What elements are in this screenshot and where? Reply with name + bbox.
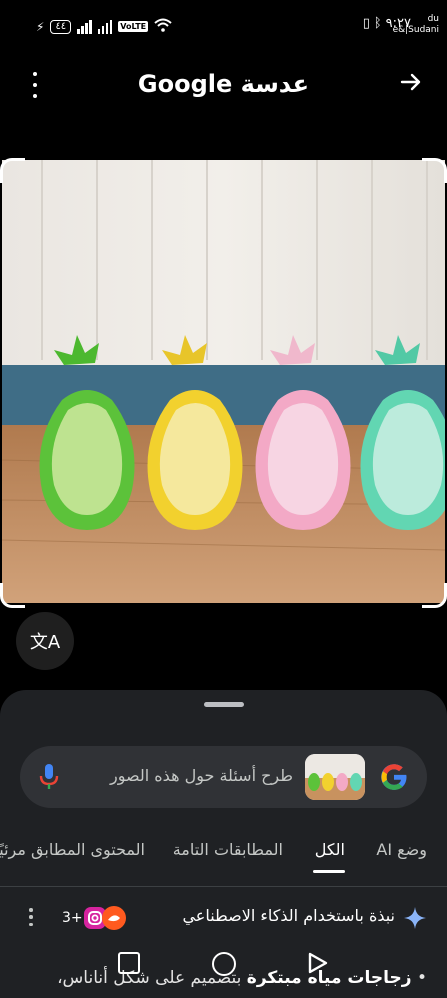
source-count: 3+: [62, 910, 83, 926]
signal-icon: [77, 19, 92, 34]
status-left: ⚡ ٤٤ VoLTE: [36, 18, 172, 35]
crop-handle-bottom-right[interactable]: [422, 583, 447, 608]
system-nav-bar: [0, 952, 447, 998]
wifi-icon: [154, 18, 172, 35]
volte-badge: VoLTE: [118, 21, 149, 32]
search-bar[interactable]: طرح أسئلة حول هذه الصور: [20, 746, 427, 808]
results-sheet: طرح أسئلة حول هذه الصور وضع AI الكل المط…: [0, 690, 447, 998]
battery-indicator: ٤٤: [50, 19, 72, 34]
sparkle-icon: [403, 906, 427, 934]
bluetooth-icon: ᛒ: [373, 16, 382, 31]
vibrate-icon: ▯: [362, 16, 370, 31]
tab-exact-matches[interactable]: المطابقات التامة: [173, 840, 283, 859]
translate-button[interactable]: 文A: [16, 612, 74, 670]
back-nav-icon[interactable]: [307, 952, 329, 978]
translate-icon: 文A: [29, 632, 61, 653]
ai-overview-label: نبذة باستخدام الذكاء الاصطناعي: [182, 906, 395, 925]
crop-handle-top-left[interactable]: [0, 158, 25, 183]
signal-icon-2: [97, 19, 113, 34]
charging-icon: ⚡: [36, 19, 45, 34]
google-g-icon: [379, 762, 409, 792]
crop-handle-top-right[interactable]: [422, 158, 447, 183]
active-tab-indicator: [313, 870, 345, 873]
source-icons[interactable]: [82, 904, 128, 932]
image-thumbnail[interactable]: [305, 754, 365, 800]
status-bar: ⚡ ٤٤ VoLTE ▯ ᛒ ٩:٢٧ du e&|Sudani: [0, 0, 447, 58]
pineapple-bottles-photo: [2, 160, 445, 603]
result-tabs: وضع AI الكل المطابقات التامة المحتوى الم…: [0, 840, 447, 880]
ai-overview-row[interactable]: نبذة باستخدام الذكاء الاصطناعي 3+: [0, 902, 447, 942]
arrow-right-icon[interactable]: [399, 70, 423, 100]
tab-ai-mode[interactable]: وضع AI: [376, 840, 427, 859]
mic-icon[interactable]: [38, 762, 60, 792]
tab-all[interactable]: الكل: [315, 840, 345, 859]
tabs-divider: [0, 886, 447, 887]
ai-overview-more-icon[interactable]: [28, 908, 34, 926]
page-title: Google عدسة: [137, 70, 310, 98]
home-nav-icon[interactable]: [212, 952, 236, 976]
searched-image[interactable]: [2, 160, 445, 603]
lens-top-bar: Google عدسة: [0, 58, 447, 114]
drag-handle[interactable]: [204, 702, 244, 707]
carrier-label: du e&|Sudani: [392, 14, 439, 35]
tab-visual-matches[interactable]: المحتوى المطابق مرئيًا: [0, 840, 145, 859]
recents-nav-icon[interactable]: [118, 952, 140, 974]
search-input[interactable]: طرح أسئلة حول هذه الصور: [110, 766, 293, 785]
crop-handle-bottom-left[interactable]: [0, 583, 25, 608]
